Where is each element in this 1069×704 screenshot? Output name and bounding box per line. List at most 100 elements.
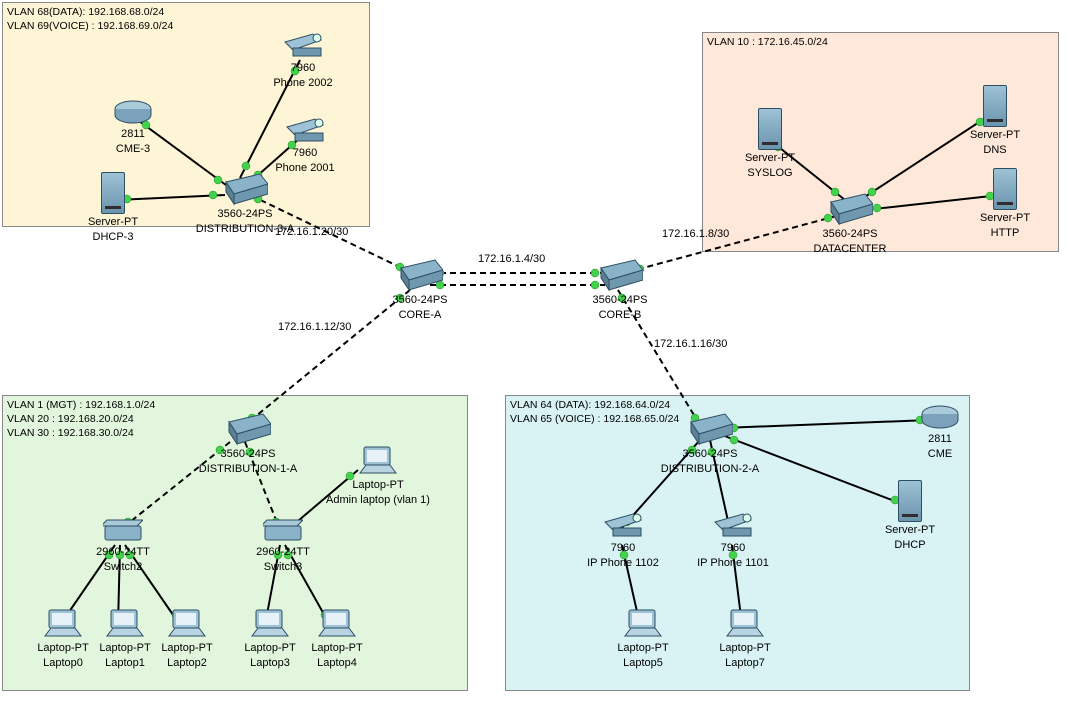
router-cme-3[interactable]: 2811 CME-3 [88, 98, 178, 156]
switch-icon [827, 192, 873, 226]
laptop-icon [723, 608, 767, 640]
device-model: 7960 [611, 542, 635, 555]
switch-switch2[interactable]: 2960-24TT Switch2 [78, 518, 168, 574]
device-model: Server-PT [970, 129, 1020, 142]
laptop-icon [41, 608, 85, 640]
link-label: 172.16.1.8/30 [662, 228, 729, 240]
switch-icon [225, 412, 271, 446]
device-model: 3560-24PS [592, 294, 647, 307]
router-icon [919, 403, 961, 431]
device-name: CORE-B [599, 309, 642, 322]
switch-core-a[interactable]: 3560-24PS CORE-A [375, 258, 465, 322]
device-model: 7960 [293, 147, 317, 160]
device-name: DISTRIBUTION-2-A [661, 463, 759, 476]
zone-datacenter-header: VLAN 10 : 172.16.45.0/24 [707, 35, 828, 49]
router-cme[interactable]: 2811 CME [895, 403, 985, 461]
zone-dist1-header: VLAN 1 (MGT) : 192.168.1.0/24 VLAN 20 : … [7, 398, 155, 441]
device-name: Phone 2001 [275, 162, 334, 175]
device-name: Laptop1 [105, 657, 145, 670]
server-icon [101, 172, 125, 214]
server-dhcp[interactable]: Server-PT DHCP [865, 480, 955, 552]
device-name: CME [928, 448, 952, 461]
device-model: 3560-24PS [220, 448, 275, 461]
laptop-5[interactable]: Laptop-PT Laptop5 [598, 608, 688, 670]
device-model: 2811 [121, 128, 145, 141]
switch-distribution-2-a[interactable]: 3560-24PS DISTRIBUTION-2-A [640, 412, 780, 476]
device-name: CORE-A [399, 309, 442, 322]
server-dhcp-3[interactable]: Server-PT DHCP-3 [68, 172, 158, 244]
laptop-icon [315, 608, 359, 640]
phone-icon [281, 30, 325, 60]
device-name: SYSLOG [747, 167, 792, 180]
device-name: DISTRIBUTION-1-A [199, 463, 297, 476]
switch-switch3[interactable]: 2960-24TT Switch3 [238, 518, 328, 574]
device-name: Switch3 [264, 561, 303, 574]
device-model: Laptop-PT [161, 642, 212, 655]
laptop-icon [621, 608, 665, 640]
switch-icon [687, 412, 733, 446]
switch-icon [103, 518, 143, 544]
laptop-admin[interactable]: Laptop-PT Admin laptop (vlan 1) [308, 445, 448, 507]
device-name: Laptop5 [623, 657, 663, 670]
server-syslog[interactable]: Server-PT SYSLOG [725, 108, 815, 180]
device-name: Switch2 [104, 561, 143, 574]
device-model: 2960-24TT [256, 546, 310, 559]
laptop-icon [103, 608, 147, 640]
device-model: Laptop-PT [352, 479, 403, 492]
phone-2001[interactable]: 7960 Phone 2001 [260, 115, 350, 175]
laptop-2[interactable]: Laptop-PT Laptop2 [142, 608, 232, 670]
phone-1102[interactable]: 7960 IP Phone 1102 [578, 510, 668, 570]
switch-core-b[interactable]: 3560-24PS CORE-B [575, 258, 665, 322]
phone-2002[interactable]: 7960 Phone 2002 [258, 30, 348, 90]
device-model: Server-PT [885, 524, 935, 537]
device-model: 3560-24PS [822, 228, 877, 241]
switch-icon [597, 258, 643, 292]
link-label: 172.16.1.4/30 [478, 253, 545, 265]
router-icon [112, 98, 154, 126]
laptop-icon [165, 608, 209, 640]
laptop-icon [356, 445, 400, 477]
server-icon [898, 480, 922, 522]
vlan-text: VLAN 30 : 192.168.30.0/24 [7, 426, 155, 440]
vlan-text: VLAN 64 (DATA): 192.168.64.0/24 [510, 398, 679, 412]
link-label: 172.16.1.16/30 [654, 338, 727, 350]
device-model: Server-PT [88, 216, 138, 229]
server-dns[interactable]: Server-PT DNS [950, 85, 1040, 157]
laptop-4[interactable]: Laptop-PT Laptop4 [292, 608, 382, 670]
device-model: Laptop-PT [617, 642, 668, 655]
switch-icon [397, 258, 443, 292]
device-name: DATACENTER [814, 243, 887, 256]
server-http[interactable]: Server-PT HTTP [960, 168, 1050, 240]
device-model: 3560-24PS [392, 294, 447, 307]
switch-icon [263, 518, 303, 544]
device-name: HTTP [991, 227, 1020, 240]
device-model: Laptop-PT [719, 642, 770, 655]
vlan-text: VLAN 68(DATA): 192.168.68.0/24 [7, 5, 173, 19]
device-model: Server-PT [980, 212, 1030, 225]
laptop-7[interactable]: Laptop-PT Laptop7 [700, 608, 790, 670]
phone-1101[interactable]: 7960 IP Phone 1101 [688, 510, 778, 570]
device-model: 2811 [928, 433, 952, 446]
device-name: IP Phone 1101 [697, 557, 769, 570]
switch-datacenter[interactable]: 3560-24PS DATACENTER [805, 192, 895, 256]
phone-icon [711, 510, 755, 540]
zone-dist3-header: VLAN 68(DATA): 192.168.68.0/24 VLAN 69(V… [7, 5, 173, 33]
server-icon [993, 168, 1017, 210]
server-icon [983, 85, 1007, 127]
device-name: IP Phone 1102 [587, 557, 659, 570]
device-name: Laptop2 [167, 657, 207, 670]
server-icon [758, 108, 782, 150]
device-model: 7960 [291, 62, 315, 75]
device-name: Phone 2002 [273, 77, 332, 90]
device-model: Laptop-PT [311, 642, 362, 655]
device-model: Server-PT [745, 152, 795, 165]
device-name: DHCP [894, 539, 925, 552]
vlan-text: VLAN 10 : 172.16.45.0/24 [707, 35, 828, 49]
switch-distribution-1-a[interactable]: 3560-24PS DISTRIBUTION-1-A [178, 412, 318, 476]
vlan-text: VLAN 20 : 192.168.20.0/24 [7, 412, 155, 426]
device-name: Laptop7 [725, 657, 765, 670]
device-model: 3560-24PS [217, 208, 272, 221]
link-label: 172.16.1.20/30 [275, 226, 348, 238]
vlan-text: VLAN 1 (MGT) : 192.168.1.0/24 [7, 398, 155, 412]
switch-icon [222, 172, 268, 206]
